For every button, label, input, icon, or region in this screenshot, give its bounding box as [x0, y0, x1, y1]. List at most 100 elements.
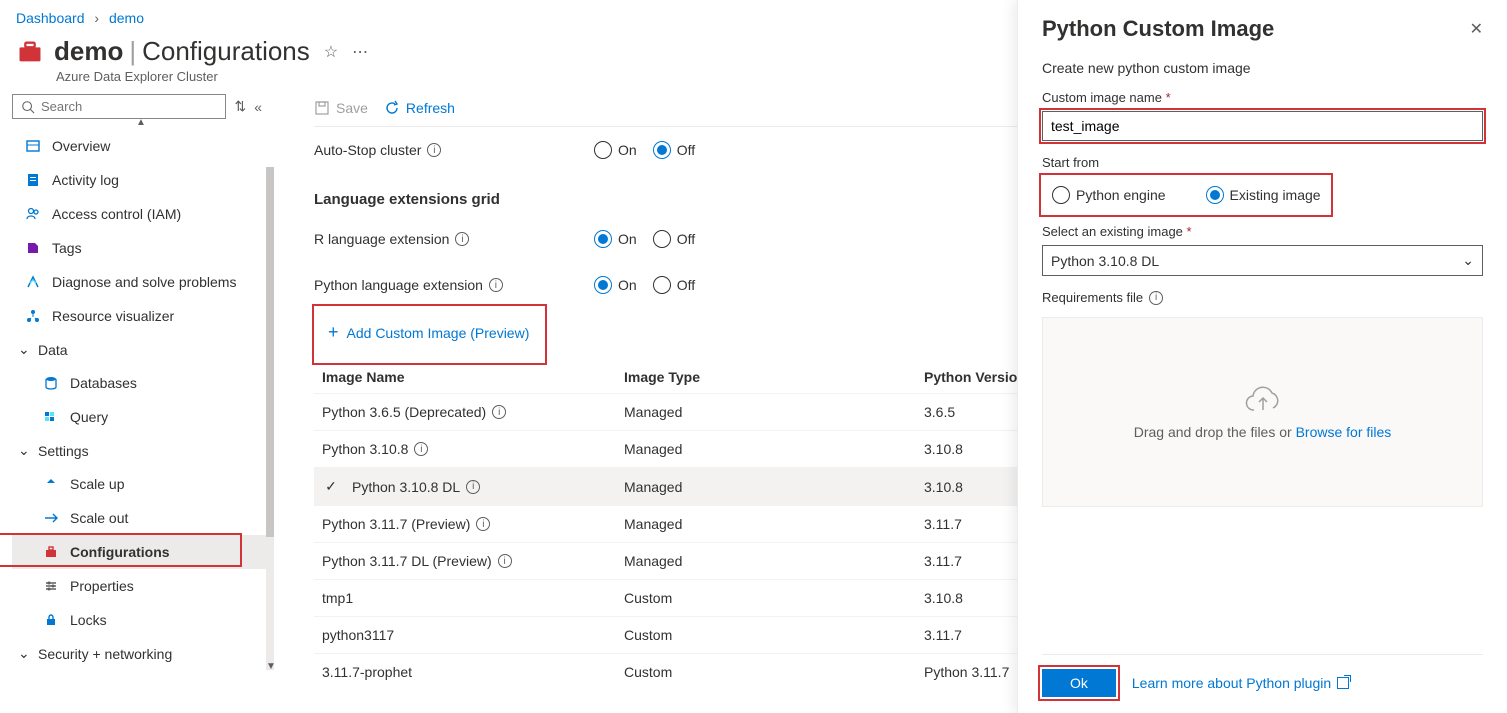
sidebar-group[interactable]: ⌄Security + networking	[12, 637, 270, 670]
sidebar-item-label: Scale up	[70, 476, 124, 492]
image-name: 3.11.7-prophet	[322, 664, 412, 680]
sidebar-item[interactable]: Properties	[12, 569, 270, 603]
image-name: Python 3.11.7 (Preview)	[322, 516, 470, 532]
sidebar-item[interactable]: Configurations	[12, 535, 270, 569]
page-title: demo	[54, 36, 123, 67]
panel-subtitle: Create new python custom image	[1042, 60, 1483, 76]
select-image-label: Select an existing image	[1042, 224, 1183, 239]
side-panel: Python Custom Image ✕ Create new python …	[1017, 0, 1507, 713]
nav-icon	[42, 577, 60, 595]
sidebar-group[interactable]: ⌄Settings	[12, 434, 270, 467]
sidebar-item[interactable]: Overview	[12, 129, 270, 163]
sidebar-item[interactable]: Diagnose and solve problems	[12, 265, 270, 299]
file-dropzone[interactable]: Drag and drop the files or Browse for fi…	[1042, 317, 1483, 507]
favorite-star-icon[interactable]: ☆	[324, 42, 338, 62]
image-type: Managed	[624, 516, 924, 532]
sidebar-item-label: Activity log	[52, 172, 119, 188]
save-label: Save	[336, 100, 368, 116]
auto-stop-label: Auto-Stop cluster	[314, 142, 421, 158]
sidebar-item[interactable]: Scale out	[12, 501, 270, 535]
sort-icon[interactable]: ⇅	[234, 98, 246, 115]
image-name-input[interactable]	[1042, 111, 1483, 141]
sidebar-item[interactable]: Activity log	[12, 163, 270, 197]
start-from-existing[interactable]: Existing image	[1206, 186, 1321, 204]
search-icon	[21, 100, 35, 114]
auto-stop-on[interactable]: On	[594, 141, 637, 159]
nav-icon	[42, 509, 60, 527]
info-icon[interactable]: i	[414, 442, 428, 456]
sidebar-group-label: Security + networking	[38, 646, 172, 662]
ok-button[interactable]: Ok	[1042, 669, 1116, 697]
existing-image-select[interactable]: Python 3.10.8 DL ⌄	[1042, 245, 1483, 276]
search-input-wrap[interactable]	[12, 94, 226, 119]
info-icon[interactable]: i	[1149, 291, 1163, 305]
sidebar-item[interactable]: Locks	[12, 603, 270, 637]
sidebar-group-label: Data	[38, 342, 68, 358]
breadcrumb-current[interactable]: demo	[109, 10, 144, 26]
add-custom-label: Add Custom Image (Preview)	[347, 325, 530, 341]
sidebar-item[interactable]: Resource visualizer	[12, 299, 270, 333]
nav-icon	[42, 543, 60, 561]
auto-stop-off[interactable]: Off	[653, 141, 695, 159]
breadcrumb-separator: ›	[94, 10, 99, 26]
scroll-up-icon[interactable]: ▲	[12, 117, 270, 128]
name-field-label: Custom image name	[1042, 90, 1162, 105]
sidebar-item-label: Scale out	[70, 510, 128, 526]
refresh-button[interactable]: Refresh	[384, 100, 455, 116]
info-icon[interactable]: i	[455, 232, 469, 246]
info-icon[interactable]: i	[489, 278, 503, 292]
learn-more-link[interactable]: Learn more about Python plugin	[1132, 675, 1349, 691]
r-ext-off[interactable]: Off	[653, 230, 695, 248]
col-header-name[interactable]: Image Name	[314, 369, 624, 385]
info-icon[interactable]: i	[492, 405, 506, 419]
sidebar-item[interactable]: Databases	[12, 366, 270, 400]
sidebar-item[interactable]: Query	[12, 400, 270, 434]
sidebar-item[interactable]: Access control (IAM)	[12, 197, 270, 231]
collapse-sidebar-icon[interactable]: «	[254, 99, 262, 115]
image-name: python3117	[322, 627, 394, 643]
start-from-label: Start from	[1042, 155, 1483, 170]
sidebar-group[interactable]: ⌄ Data	[12, 333, 270, 366]
image-name: Python 3.10.8	[322, 441, 408, 457]
nav-icon	[42, 408, 60, 426]
sidebar-item[interactable]: Scale up	[12, 467, 270, 501]
sidebar: ⇅ « ▲ Overview Activity log Access control…	[0, 94, 270, 707]
image-type: Custom	[624, 664, 924, 680]
chevron-down-icon: ⌄	[1462, 252, 1474, 269]
info-icon[interactable]: i	[498, 554, 512, 568]
image-name: Python 3.10.8 DL	[352, 479, 460, 495]
info-icon[interactable]: i	[476, 517, 490, 531]
browse-files-link[interactable]: Browse for files	[1296, 424, 1392, 440]
start-from-engine[interactable]: Python engine	[1052, 186, 1166, 204]
chevron-down-icon: ⌄	[18, 442, 32, 459]
info-icon[interactable]: i	[427, 143, 441, 157]
image-type: Custom	[624, 627, 924, 643]
sidebar-item-label: Properties	[70, 578, 134, 594]
info-icon[interactable]: i	[466, 480, 480, 494]
upload-icon	[1243, 384, 1283, 416]
nav-icon	[24, 171, 42, 189]
col-header-type[interactable]: Image Type	[624, 369, 924, 385]
r-ext-label: R language extension	[314, 231, 449, 247]
save-button[interactable]: Save	[314, 100, 368, 116]
briefcase-icon	[16, 38, 44, 66]
py-ext-on[interactable]: On	[594, 276, 637, 294]
sidebar-item-label: Query	[70, 409, 108, 425]
chevron-down-icon: ⌄	[18, 341, 32, 358]
search-input[interactable]	[41, 99, 217, 114]
save-icon	[314, 100, 330, 116]
more-menu-icon[interactable]: ⋯	[352, 42, 368, 62]
nav-icon	[42, 611, 60, 629]
py-ext-off[interactable]: Off	[653, 276, 695, 294]
close-icon[interactable]: ✕	[1470, 19, 1483, 39]
check-icon: ✓	[320, 478, 342, 495]
nav-icon	[24, 205, 42, 223]
select-value: Python 3.10.8 DL	[1051, 253, 1159, 269]
breadcrumb-root[interactable]: Dashboard	[16, 10, 85, 26]
sidebar-item-label: Access control (IAM)	[52, 206, 181, 222]
sidebar-item-label: Diagnose and solve problems	[52, 274, 236, 290]
add-custom-image-button[interactable]: + Add Custom Image (Preview)	[314, 314, 543, 351]
r-ext-on[interactable]: On	[594, 230, 637, 248]
sidebar-item[interactable]: Tags	[12, 231, 270, 265]
sidebar-item-label: Configurations	[70, 544, 170, 560]
